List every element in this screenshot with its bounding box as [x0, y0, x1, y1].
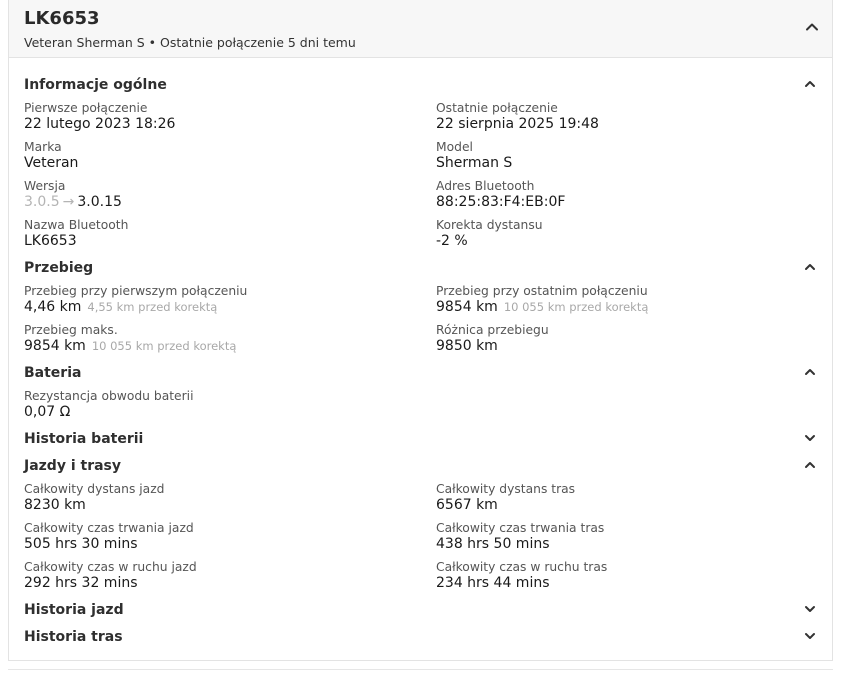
ride-moving-time: Całkowity czas w ruchu jazd 292 hrs 32 m… — [24, 560, 436, 599]
chevron-up-icon[interactable] — [803, 365, 817, 379]
field-value: Sherman S — [436, 155, 513, 171]
section-rides-header[interactable]: Jazdy i trasy — [24, 455, 817, 482]
chevron-up-icon[interactable] — [803, 260, 817, 274]
chevron-up-icon[interactable] — [803, 458, 817, 472]
field-label: Korekta dystansu — [436, 218, 543, 232]
mileage-value: 4,46 km — [24, 299, 82, 315]
field-value: 3.0.5 → 3.0.15 — [24, 194, 436, 211]
field-label: Całkowity czas trwania tras — [436, 521, 605, 535]
section-title: Informacje ogólne — [24, 77, 167, 93]
field-value: 6567 km — [436, 497, 498, 513]
chevron-down-icon[interactable] — [803, 431, 817, 445]
trip-moving-time: Całkowity czas w ruchu tras 234 hrs 44 m… — [436, 560, 817, 599]
version: Wersja 3.0.5 → 3.0.15 — [24, 179, 436, 218]
section-ride-history-header[interactable]: Historia jazd — [24, 599, 817, 626]
chevron-up-icon[interactable] — [804, 19, 820, 35]
field-label: Model — [436, 140, 473, 154]
mileage-first: Przebieg przy pierwszym połączeniu 4,46 … — [24, 284, 436, 323]
field-value: LK6653 — [24, 233, 77, 249]
field-label: Przebieg przy pierwszym połączeniu — [24, 284, 248, 298]
field-label: Przebieg przy ostatnim połączeniu — [436, 284, 648, 298]
field-value: 9850 km — [436, 338, 498, 354]
mileage-last: Przebieg przy ostatnim połączeniu 9854 k… — [436, 284, 817, 323]
section-battery-header[interactable]: Bateria — [24, 362, 817, 389]
trip-duration: Całkowity czas trwania tras 438 hrs 50 m… — [436, 521, 817, 560]
mileage-note: 10 055 km przed korektą — [91, 339, 237, 353]
distance-correction: Korekta dystansu -2 % — [436, 218, 817, 257]
field-label: Całkowity czas w ruchu tras — [436, 560, 608, 574]
field-value: 9854 km 10 055 km przed korektą — [436, 299, 817, 316]
field-label: Wersja — [24, 179, 66, 193]
bluetooth-address: Adres Bluetooth 88:25:83:F4:EB:0F — [436, 179, 817, 218]
field-value: 22 sierpnia 2025 19:48 — [436, 116, 599, 132]
chevron-up-icon[interactable] — [803, 77, 817, 91]
mileage-grid: Przebieg przy pierwszym połączeniu 4,46 … — [24, 284, 817, 362]
device-card: LK6653 Veteran Sherman S • Ostatnie połą… — [8, 0, 833, 661]
model: Model Sherman S — [436, 140, 817, 179]
section-title: Historia baterii — [24, 431, 144, 447]
mileage-max: Przebieg maks. 9854 km 10 055 km przed ko… — [24, 323, 436, 362]
device-title: LK6653 — [24, 8, 100, 29]
field-label: Rezystancja obwodu baterii — [24, 389, 194, 403]
divider — [8, 669, 833, 670]
general-grid: Pierwsze połączenie 22 lutego 2023 18:26… — [24, 101, 817, 257]
section-title: Jazdy i trasy — [24, 458, 122, 474]
field-value: 4,46 km 4,55 km przed korektą — [24, 299, 436, 316]
battery-resistance: Rezystancja obwodu baterii 0,07 Ω — [24, 389, 436, 428]
section-mileage-header[interactable]: Przebieg — [24, 257, 817, 284]
field-value: Veteran — [24, 155, 79, 171]
arrow-right-icon: → — [62, 194, 75, 210]
field-value: -2 % — [436, 233, 468, 249]
rides-grid: Całkowity dystans jazd 8230 km Całkowity… — [24, 482, 817, 599]
field-label: Przebieg maks. — [24, 323, 118, 337]
mileage-note: 10 055 km przed korektą — [503, 300, 649, 314]
section-title: Historia tras — [24, 629, 123, 645]
field-label: Adres Bluetooth — [436, 179, 535, 193]
section-title: Przebieg — [24, 260, 94, 276]
field-label: Całkowity dystans jazd — [24, 482, 165, 496]
section-general-header[interactable]: Informacje ogólne — [24, 74, 817, 101]
device-subtitle: Veteran Sherman S • Ostatnie połączenie … — [24, 35, 356, 50]
field-value: 234 hrs 44 mins — [436, 575, 550, 591]
field-value: 505 hrs 30 mins — [24, 536, 138, 552]
field-value: 8230 km — [24, 497, 86, 513]
section-battery-history-header[interactable]: Historia baterii — [24, 428, 817, 455]
mileage-diff: Różnica przebiegu 9850 km — [436, 323, 817, 362]
field-label: Marka — [24, 140, 62, 154]
field-value: 0,07 Ω — [24, 404, 71, 420]
bluetooth-name: Nazwa Bluetooth LK6653 — [24, 218, 436, 257]
device-header[interactable]: LK6653 Veteran Sherman S • Ostatnie połą… — [9, 0, 832, 58]
brand: Marka Veteran — [24, 140, 436, 179]
section-trip-history-header[interactable]: Historia tras — [24, 626, 817, 653]
ride-duration: Całkowity czas trwania jazd 505 hrs 30 m… — [24, 521, 436, 560]
trip-distance: Całkowity dystans tras 6567 km — [436, 482, 817, 521]
ride-distance: Całkowity dystans jazd 8230 km — [24, 482, 436, 521]
last-connection: Ostatnie połączenie 22 sierpnia 2025 19:… — [436, 101, 817, 140]
first-connection: Pierwsze połączenie 22 lutego 2023 18:26 — [24, 101, 436, 140]
field-label: Całkowity dystans tras — [436, 482, 576, 496]
section-title: Historia jazd — [24, 602, 124, 618]
field-value: 22 lutego 2023 18:26 — [24, 116, 176, 132]
field-value: 292 hrs 32 mins — [24, 575, 138, 591]
version-old: 3.0.5 — [24, 194, 60, 210]
field-label: Nazwa Bluetooth — [24, 218, 129, 232]
field-label: Pierwsze połączenie — [24, 101, 148, 115]
field-label: Całkowity czas w ruchu jazd — [24, 560, 197, 574]
field-value: 88:25:83:F4:EB:0F — [436, 194, 566, 210]
section-title: Bateria — [24, 365, 82, 381]
field-label: Ostatnie połączenie — [436, 101, 558, 115]
version-new: 3.0.15 — [77, 194, 122, 210]
field-value: 438 hrs 50 mins — [436, 536, 550, 552]
field-label: Całkowity czas trwania jazd — [24, 521, 194, 535]
mileage-value: 9854 km — [24, 338, 86, 354]
mileage-note: 4,55 km przed korektą — [87, 300, 218, 314]
field-label: Różnica przebiegu — [436, 323, 549, 337]
mileage-value: 9854 km — [436, 299, 498, 315]
field-value: 9854 km 10 055 km przed korektą — [24, 338, 436, 355]
chevron-down-icon[interactable] — [803, 629, 817, 643]
chevron-down-icon[interactable] — [803, 602, 817, 616]
battery-grid: Rezystancja obwodu baterii 0,07 Ω — [24, 389, 817, 428]
